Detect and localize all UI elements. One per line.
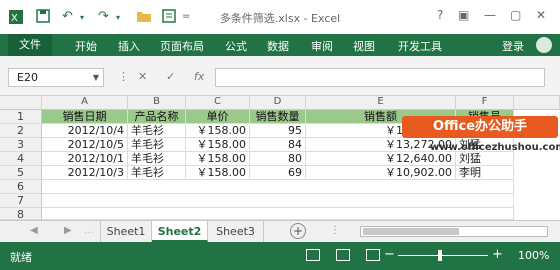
horizontal-scrollbar[interactable]: [360, 226, 548, 237]
more-icon: ⋮: [330, 225, 340, 236]
insert-function-icon[interactable]: fx: [194, 70, 204, 83]
price-cell[interactable]: ￥158.00: [186, 124, 250, 138]
empty-row[interactable]: [42, 194, 514, 208]
more-icon: ⋮: [118, 70, 129, 83]
sales-cell[interactable]: ￥12,640.00: [306, 152, 456, 166]
page-break-view-icon[interactable]: [366, 249, 380, 261]
zoom-slider[interactable]: [398, 255, 488, 256]
date-cell[interactable]: 2012/10/1: [42, 152, 128, 166]
ribbon-tabs: 文件 开始 插入 页面布局 公式 数据 审阅 视图 开发工具 登录: [0, 34, 560, 56]
column-header-a[interactable]: A: [42, 96, 128, 110]
qty-cell[interactable]: 84: [250, 138, 306, 152]
row-header[interactable]: 1: [0, 110, 42, 124]
normal-view-icon[interactable]: [306, 249, 320, 261]
restore-icon[interactable]: ▢: [510, 8, 521, 22]
product-cell[interactable]: 羊毛衫: [128, 166, 186, 180]
tab-file[interactable]: 文件: [8, 34, 52, 56]
zoom-slider-thumb[interactable]: [438, 250, 442, 261]
chevron-down-icon[interactable]: ▼: [93, 69, 99, 86]
price-cell[interactable]: ￥158.00: [186, 166, 250, 180]
select-all-corner[interactable]: [0, 96, 42, 110]
product-cell[interactable]: 羊毛衫: [128, 138, 186, 152]
tab-insert[interactable]: 插入: [118, 38, 140, 54]
cancel-icon[interactable]: ✕: [138, 70, 147, 83]
empty-row[interactable]: [42, 208, 514, 220]
worksheet-grid: A B C D E F 1 2 3 4 5 6 7 8 销售日期 产品名称 单价…: [0, 96, 560, 221]
qty-cell[interactable]: 69: [250, 166, 306, 180]
column-header-blank: [514, 96, 560, 110]
scrollbar-thumb[interactable]: [363, 228, 459, 235]
zoom-level[interactable]: 100%: [518, 249, 549, 262]
row-header[interactable]: 4: [0, 152, 42, 166]
watermark-brand: Office办公助手: [432, 119, 528, 134]
user-avatar[interactable]: [536, 37, 552, 53]
product-cell[interactable]: 羊毛衫: [128, 124, 186, 138]
header-cell[interactable]: 单价: [186, 110, 250, 124]
enter-icon[interactable]: ✓: [166, 70, 175, 83]
header-cell[interactable]: 产品名称: [128, 110, 186, 124]
row-header[interactable]: 7: [0, 194, 42, 208]
tab-data[interactable]: 数据: [267, 38, 289, 54]
column-header-b[interactable]: B: [128, 96, 186, 110]
header-cell[interactable]: 销售数量: [250, 110, 306, 124]
tab-sheet2[interactable]: Sheet2: [152, 221, 208, 242]
qty-cell[interactable]: 80: [250, 152, 306, 166]
tab-formulas[interactable]: 公式: [225, 38, 247, 54]
date-cell[interactable]: 2012/10/5: [42, 138, 128, 152]
page-layout-view-icon[interactable]: [336, 249, 350, 261]
row-header[interactable]: 3: [0, 138, 42, 152]
scroll-left-icon[interactable]: ◀: [30, 225, 38, 236]
price-cell[interactable]: ￥158.00: [186, 152, 250, 166]
product-cell[interactable]: 羊毛衫: [128, 152, 186, 166]
tab-more-icon[interactable]: …: [84, 225, 94, 236]
seller-cell[interactable]: 刘猛: [456, 152, 514, 166]
date-cell[interactable]: 2012/10/4: [42, 124, 128, 138]
row-header[interactable]: 2: [0, 124, 42, 138]
column-header-d[interactable]: D: [250, 96, 306, 110]
status-bar: 就绪 − + 100%: [0, 242, 560, 270]
qty-cell[interactable]: 95: [250, 124, 306, 138]
scroll-right-icon[interactable]: ▶: [64, 225, 72, 236]
row-header[interactable]: 8: [0, 208, 42, 221]
window-title: 多条件筛选.xlsx - Excel: [219, 12, 341, 25]
tab-page-layout[interactable]: 页面布局: [160, 38, 204, 54]
empty-row[interactable]: [42, 180, 514, 194]
tab-view[interactable]: 视图: [353, 38, 375, 54]
row-header[interactable]: 5: [0, 166, 42, 180]
title-bar: X ↶ ▾ ↷ ▾ = 多条件筛选.xlsx - Excel ? ▣ — ▢ ✕: [0, 0, 560, 34]
name-box-value: E20: [17, 71, 38, 84]
price-cell[interactable]: ￥158.00: [186, 138, 250, 152]
watermark-logo: Office办公助手: [402, 116, 558, 138]
tab-sheet3[interactable]: Sheet3: [208, 221, 264, 242]
tab-developer[interactable]: 开发工具: [398, 38, 442, 54]
watermark-url: www.officezhushou.com: [430, 142, 560, 153]
status-ready: 就绪: [10, 251, 32, 264]
zoom-in-button[interactable]: +: [492, 247, 503, 262]
date-cell[interactable]: 2012/10/3: [42, 166, 128, 180]
login-link[interactable]: 登录: [502, 38, 524, 54]
formula-input[interactable]: [215, 68, 545, 87]
formula-bar: E20 ▼ ⋮ ✕ ✓ fx: [0, 56, 560, 96]
tab-review[interactable]: 审阅: [311, 38, 333, 54]
column-header-c[interactable]: C: [186, 96, 250, 110]
help-icon[interactable]: ?: [437, 8, 443, 22]
column-header-f[interactable]: F: [456, 96, 514, 110]
seller-cell[interactable]: 李明: [456, 166, 514, 180]
add-sheet-button[interactable]: +: [290, 223, 306, 239]
sheet-tab-bar: ◀ ▶ … Sheet1 Sheet2 Sheet3 + ⋮: [0, 220, 560, 242]
ribbon-display-icon[interactable]: ▣: [458, 8, 469, 22]
name-box[interactable]: E20 ▼: [8, 68, 104, 87]
tab-home[interactable]: 开始: [75, 38, 97, 54]
sales-cell[interactable]: ￥10,902.00: [306, 166, 456, 180]
row-header[interactable]: 6: [0, 180, 42, 194]
column-header-e[interactable]: E: [306, 96, 456, 110]
close-icon[interactable]: ✕: [536, 8, 546, 22]
tab-sheet1[interactable]: Sheet1: [100, 221, 152, 242]
zoom-out-button[interactable]: −: [384, 247, 395, 262]
minimize-icon[interactable]: —: [484, 8, 496, 22]
header-cell[interactable]: 销售日期: [42, 110, 128, 124]
